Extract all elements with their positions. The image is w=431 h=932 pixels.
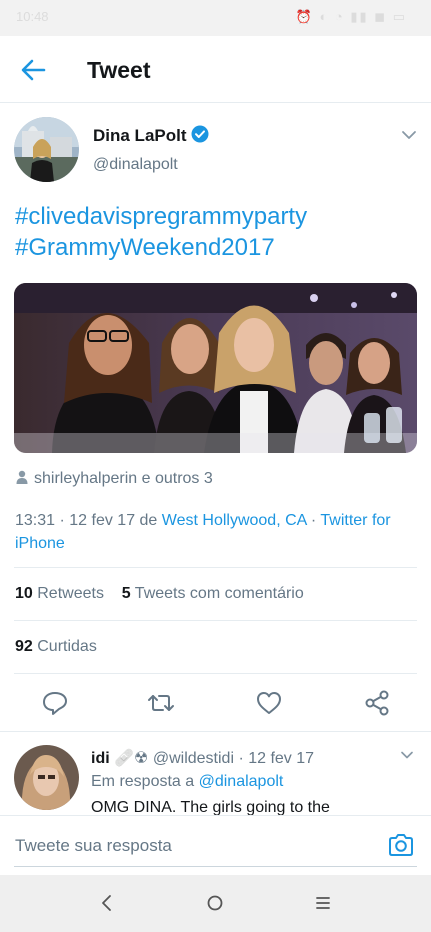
status-bar: 10:48 ⏰ ◐ ◔ ▮▮ ◼ ▭ — [0, 0, 431, 36]
quotes-stat[interactable]: 5 Tweets com comentário — [122, 585, 304, 602]
tweet-photo[interactable] — [14, 283, 417, 453]
app-header: Tweet — [0, 36, 431, 103]
status-icons: ⏰ ◐ ◔ ▮▮ ◼ ▭ — [295, 9, 407, 24]
system-nav-bar — [0, 875, 431, 932]
author-avatar[interactable] — [14, 117, 79, 182]
author-handle[interactable]: @dinalapolt — [93, 156, 178, 174]
chevron-down-icon[interactable] — [401, 127, 417, 143]
tweet-meta: 13:31 · 12 fev 17 de West Hollywood, CA … — [15, 509, 415, 555]
divider — [14, 567, 417, 568]
reply-icon[interactable] — [40, 688, 70, 718]
verified-badge-icon — [191, 125, 209, 143]
divider — [14, 673, 417, 674]
reply-emoji: 🩹☢ — [114, 750, 149, 767]
hashtag-link[interactable]: #clivedavispregrammyparty — [15, 201, 415, 232]
location-link[interactable]: West Hollywood, CA — [162, 512, 307, 529]
tweet-timestamp: 13:31 · 12 fev 17 de — [15, 512, 162, 529]
nav-back-icon[interactable] — [96, 892, 118, 914]
likes-label: Curtidas — [37, 638, 97, 655]
person-icon — [16, 470, 28, 484]
nav-home-icon[interactable] — [204, 892, 226, 914]
quotes-label: Tweets com comentário — [134, 585, 304, 602]
reply-header: idi 🩹☢ @wildestidi · 12 fev 17 — [91, 748, 314, 768]
in-reply-to: Em resposta a @dinalapolt — [91, 773, 283, 791]
camera-icon[interactable] — [387, 831, 415, 859]
share-icon[interactable] — [362, 688, 392, 718]
retweeted-by[interactable]: shirleyhalperin e outros 3 — [16, 470, 213, 488]
meta-separator: · — [306, 512, 321, 529]
in-reply-to-prefix: Em resposta a — [91, 773, 199, 790]
reply-input[interactable]: Tweete sua resposta — [15, 836, 172, 856]
in-reply-to-handle[interactable]: @dinalapolt — [199, 773, 284, 790]
composer-underline — [14, 866, 417, 867]
section-separator — [0, 731, 431, 732]
retweets-label: Retweets — [37, 585, 104, 602]
retweeted-by-text: shirleyhalperin e outros 3 — [34, 470, 213, 487]
retweet-icon[interactable] — [146, 688, 176, 718]
like-icon[interactable] — [254, 688, 284, 718]
reply-time: · 12 fev 17 — [234, 750, 315, 767]
quotes-count: 5 — [121, 585, 131, 602]
tweet-text: #clivedavispregrammyparty #GrammyWeekend… — [15, 201, 415, 263]
retweets-count: 10 — [15, 585, 33, 602]
back-arrow-icon[interactable] — [20, 57, 46, 83]
engagement-stats: 10 Retweets 5 Tweets com comentário — [15, 585, 304, 603]
retweets-stat[interactable]: 10 Retweets — [15, 585, 104, 602]
status-time: 10:48 — [16, 9, 49, 24]
reply-author-handle[interactable]: @wildestidi — [153, 750, 234, 767]
chevron-down-icon[interactable] — [400, 748, 414, 762]
nav-menu-icon[interactable] — [312, 892, 334, 914]
reply-author-name[interactable]: idi — [91, 750, 110, 767]
page-title: Tweet — [87, 57, 151, 83]
reply-avatar[interactable] — [14, 745, 79, 810]
hashtag-link[interactable]: #GrammyWeekend2017 — [15, 232, 415, 263]
likes-count: 92 — [15, 638, 33, 655]
divider — [14, 620, 417, 621]
likes-stat[interactable]: 92 Curtidas — [15, 638, 97, 656]
reply-composer: Tweete sua resposta — [0, 815, 431, 876]
author-name[interactable]: Dina LaPolt — [93, 126, 187, 146]
